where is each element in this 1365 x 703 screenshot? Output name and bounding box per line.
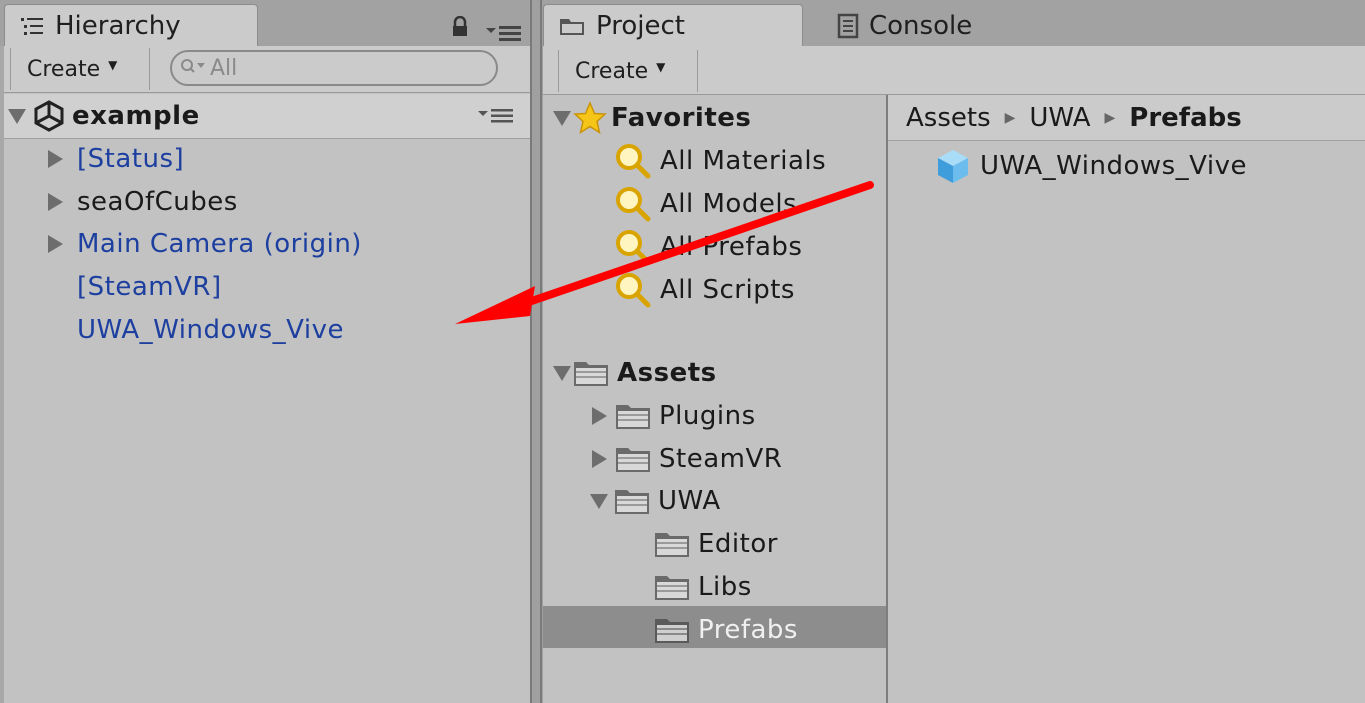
assets-folder[interactable]: UWA — [590, 480, 721, 522]
favorites-item[interactable]: All Materials — [614, 140, 826, 182]
folder-label: Libs — [698, 572, 752, 602]
search-icon — [180, 56, 210, 81]
assets-label: Assets — [617, 358, 717, 388]
hierarchy-item-label: UWA_Windows_Vive — [77, 315, 344, 345]
project-create-label: Create — [575, 58, 649, 84]
breadcrumb-separator-icon: ▶ — [1004, 110, 1016, 126]
dropdown-caret-icon: ▼ — [656, 60, 666, 74]
expand-arrow-icon — [592, 450, 607, 468]
expand-arrow-icon — [553, 110, 571, 126]
search-filter-icon — [614, 185, 652, 223]
folder-label: Editor — [698, 529, 778, 559]
lock-icon[interactable] — [450, 15, 470, 42]
expand-arrow-icon — [48, 193, 63, 211]
favorites-item-label: All Models — [660, 189, 798, 219]
hierarchy-create-button[interactable]: Create ▼ — [10, 48, 150, 90]
expand-arrow-icon — [592, 407, 607, 425]
hierarchy-create-label: Create — [27, 56, 101, 82]
expand-arrow-icon — [8, 108, 26, 124]
panel-splitter[interactable] — [530, 0, 543, 703]
star-icon — [573, 101, 607, 135]
folder-icon — [573, 359, 609, 387]
folder-tab-icon — [558, 15, 586, 37]
hierarchy-item-label: [SteamVR] — [77, 272, 222, 302]
folder-icon — [654, 530, 690, 558]
folder-icon — [614, 487, 650, 515]
list-icon — [19, 16, 45, 36]
hierarchy-item-label: seaOfCubes — [77, 187, 238, 217]
hierarchy-item[interactable]: Main Camera (origin) — [48, 223, 362, 265]
tab-project-label: Project — [596, 10, 685, 41]
favorites-item[interactable]: All Prefabs — [614, 226, 802, 268]
assets-folder-selected[interactable]: Prefabs — [654, 609, 798, 651]
breadcrumb-item[interactable]: Assets — [906, 103, 991, 133]
hierarchy-search-input[interactable]: All — [170, 50, 498, 86]
folder-label: Prefabs — [698, 615, 798, 645]
console-icon — [837, 13, 859, 39]
tab-hierarchy-label: Hierarchy — [55, 10, 181, 41]
assets-folder[interactable]: Editor — [654, 523, 778, 565]
breadcrumb-separator-icon: ▶ — [1104, 110, 1116, 126]
favorites-item-label: All Materials — [660, 146, 827, 176]
prefab-cube-icon — [934, 147, 972, 185]
hierarchy-item[interactable]: UWA_Windows_Vive — [77, 309, 344, 351]
tab-console-label: Console — [869, 10, 973, 41]
scene-menu-icon[interactable] — [478, 108, 516, 128]
folder-icon — [615, 445, 651, 473]
favorites-item-label: All Scripts — [660, 275, 795, 305]
project-create-button[interactable]: Create ▼ — [558, 50, 698, 92]
expand-arrow-icon — [48, 235, 63, 253]
unity-logo-icon — [32, 99, 66, 133]
folder-label: SteamVR — [659, 444, 783, 474]
search-placeholder: All — [210, 55, 238, 81]
favorites-item[interactable]: All Models — [614, 183, 797, 225]
assets-folder[interactable]: SteamVR — [592, 438, 782, 480]
favorites-item[interactable]: All Scripts — [614, 269, 795, 311]
breadcrumb-item-current[interactable]: Prefabs — [1129, 103, 1241, 133]
assets-header[interactable]: Assets — [553, 352, 717, 394]
dropdown-caret-icon: ▼ — [108, 58, 118, 72]
hierarchy-item-label: Main Camera (origin) — [77, 229, 362, 259]
hierarchy-item[interactable]: seaOfCubes — [48, 181, 238, 223]
folder-icon — [654, 616, 690, 644]
content-item[interactable]: UWA_Windows_Vive — [934, 145, 1247, 187]
favorites-label: Favorites — [611, 103, 752, 133]
breadcrumb-item[interactable]: UWA — [1029, 103, 1090, 133]
folder-icon — [654, 573, 690, 601]
folder-label: UWA — [658, 486, 721, 516]
breadcrumb: Assets ▶ UWA ▶ Prefabs — [906, 97, 1242, 139]
assets-folder[interactable]: Plugins — [592, 395, 756, 437]
folder-icon — [615, 402, 651, 430]
favorites-header[interactable]: Favorites — [553, 97, 751, 139]
search-filter-icon — [614, 142, 652, 180]
favorites-item-label: All Prefabs — [660, 232, 803, 262]
assets-folder[interactable]: Libs — [654, 566, 752, 608]
expand-arrow-icon — [590, 493, 608, 509]
scene-name: example — [72, 101, 200, 131]
hierarchy-item-label: [Status] — [77, 144, 185, 174]
search-filter-icon — [614, 271, 652, 309]
content-item-label: UWA_Windows_Vive — [980, 151, 1247, 181]
hierarchy-item[interactable]: [Status] — [48, 138, 184, 180]
tab-console[interactable]: Console — [822, 4, 1022, 46]
expand-arrow-icon — [48, 150, 63, 168]
tab-project[interactable]: Project — [543, 4, 803, 46]
folder-label: Plugins — [659, 401, 756, 431]
search-filter-icon — [614, 228, 652, 266]
expand-arrow-icon — [553, 365, 571, 381]
scene-row[interactable]: example — [8, 95, 200, 137]
tab-hierarchy[interactable]: Hierarchy — [4, 4, 258, 46]
hierarchy-item[interactable]: [SteamVR] — [77, 266, 222, 308]
panel-menu-icon[interactable] — [486, 24, 524, 46]
